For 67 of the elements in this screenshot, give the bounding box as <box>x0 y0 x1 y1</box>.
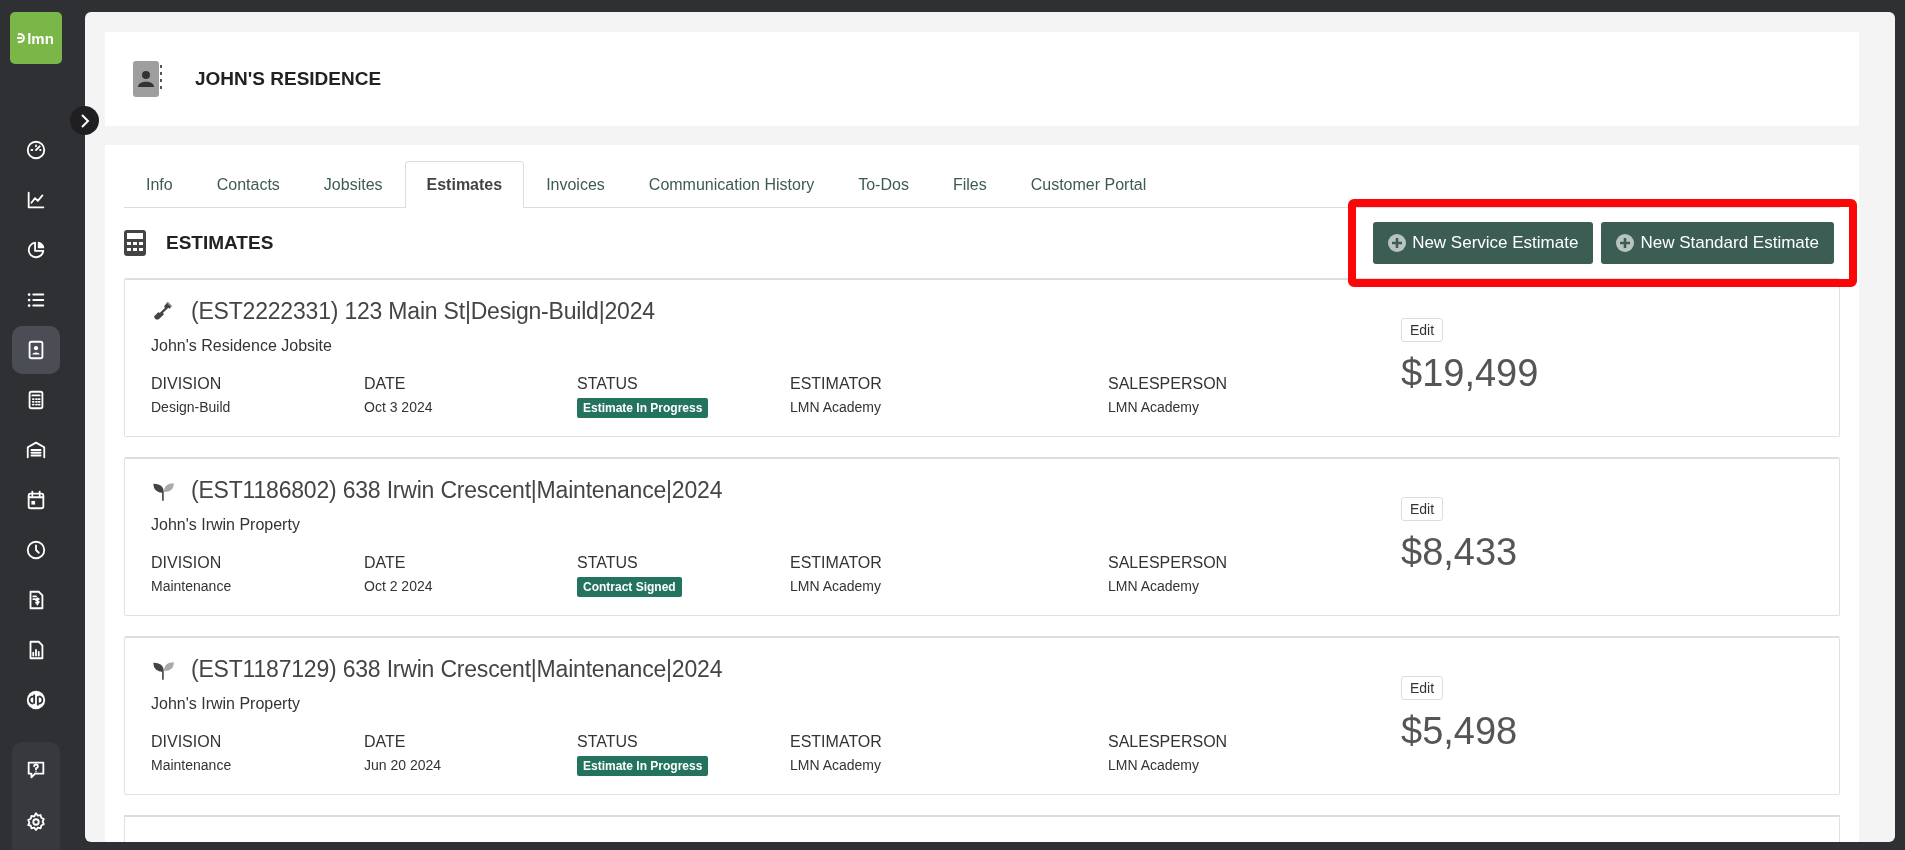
field-label: ESTIMATOR <box>790 554 883 572</box>
estimate-total: $19,499 <box>1401 352 1540 395</box>
tab[interactable]: To-Dos <box>836 161 931 208</box>
settings-icon <box>24 811 47 833</box>
estimate-title[interactable]: (EST1187129) 638 Irwin Crescent|Maintenance|2024 <box>191 656 723 683</box>
field-value: Maintenance <box>151 757 233 773</box>
field-label: STATUS <box>577 375 639 393</box>
jobsite-name: John's Irwin Property <box>151 695 301 713</box>
field-label: ESTIMATOR <box>790 733 883 751</box>
estimate-total: $8,433 <box>1401 531 1519 574</box>
field-value: LMN Academy <box>1108 578 1201 594</box>
field-label: STATUS <box>577 733 639 751</box>
status-badge: Contract Signed <box>577 577 682 597</box>
tab[interactable]: Estimates <box>404 161 525 208</box>
tab[interactable]: Files <box>930 161 1009 208</box>
sidebar-nav-item[interactable] <box>11 326 60 374</box>
gauge-icon <box>24 139 47 161</box>
field-label: DIVISION <box>151 554 223 572</box>
field-label: DIVISION <box>151 375 223 393</box>
field-value: LMN Academy <box>1108 399 1201 415</box>
tab[interactable]: Info <box>124 161 195 208</box>
field-value: Design-Build <box>151 399 232 415</box>
tab[interactable]: Jobsites <box>301 161 405 208</box>
tab[interactable]: Invoices <box>524 161 627 208</box>
field-label: STATUS <box>577 554 639 572</box>
field-label: DATE <box>364 733 407 751</box>
field-value: Oct 2 2024 <box>364 578 434 594</box>
field-label: ESTIMATOR <box>790 375 883 393</box>
status-badge: Estimate In Progress <box>577 756 709 776</box>
field-value: Jun 20 2024 <box>364 757 443 773</box>
tab[interactable]: Customer Portal <box>1008 161 1169 208</box>
field-label: SALESPERSON <box>1108 733 1229 751</box>
estimate-title[interactable]: (EST2222331) 123 Main St|Design-Build|2024 <box>191 298 655 325</box>
plus-circle-icon <box>1616 234 1635 252</box>
new-estimate-button[interactable]: New Service Estimate <box>1373 222 1594 264</box>
field-label: SALESPERSON <box>1108 375 1229 393</box>
customer-name: JOHN'S RESIDENCE <box>195 68 382 90</box>
plus-circle-icon <box>1388 234 1407 252</box>
calculator-icon <box>124 230 146 256</box>
clock-icon <box>24 539 47 561</box>
field-value: LMN Academy <box>1108 757 1201 773</box>
jobsite-name: John's Residence Jobsite <box>151 337 333 355</box>
edit-button[interactable]: Edit <box>1401 318 1444 342</box>
field-value: LMN Academy <box>790 578 883 594</box>
field-label: DATE <box>364 554 407 572</box>
chevron-right-icon <box>79 113 90 128</box>
field-label: DIVISION <box>151 733 223 751</box>
edit-button[interactable]: Edit <box>1401 676 1444 700</box>
arc-icon <box>17 32 27 44</box>
garage-icon <box>24 439 47 461</box>
jobsite-name: John's Irwin Property <box>151 516 301 534</box>
tab[interactable]: Communication History <box>626 161 837 208</box>
field-value: LMN Academy <box>790 757 883 773</box>
contact-book-icon <box>133 61 163 97</box>
edit-button[interactable]: Edit <box>1401 497 1444 521</box>
new-estimate-button[interactable]: New Standard Estimate <box>1601 222 1834 264</box>
field-value: Oct 3 2024 <box>364 399 434 415</box>
qb-logo-icon <box>24 689 47 711</box>
estimate-total: $5,498 <box>1401 710 1519 753</box>
section-title: ESTIMATES <box>166 232 274 254</box>
field-label: SALESPERSON <box>1108 554 1229 572</box>
estimate-title[interactable]: (EST1186802) 638 Irwin Crescent|Maintenance|2024 <box>191 477 723 504</box>
field-value: LMN Academy <box>790 399 883 415</box>
field-value: Maintenance <box>151 578 233 594</box>
field-label: DATE <box>364 375 407 393</box>
tab[interactable]: Contacts <box>194 161 302 208</box>
status-badge: Estimate In Progress <box>577 398 709 418</box>
